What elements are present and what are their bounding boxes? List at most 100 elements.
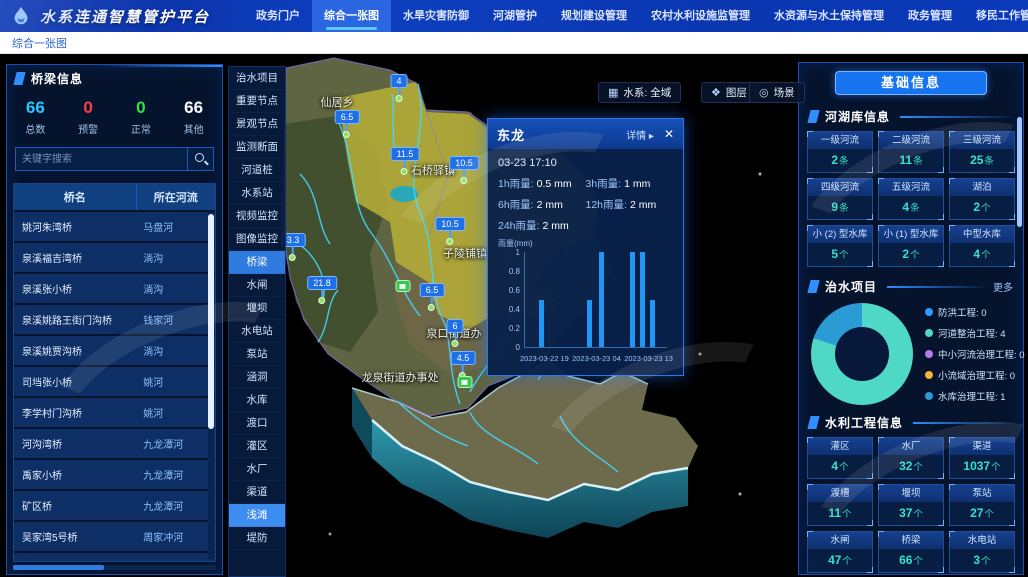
rain-field: 24h雨量:2 mm (498, 218, 586, 233)
bridge-stat: 66总数 (9, 98, 62, 136)
nav-item-5[interactable]: 规划建设管理 (549, 0, 639, 32)
stat-value: 66 (167, 98, 220, 118)
table-vertical-scrollbar[interactable] (208, 212, 214, 559)
bridge-name-cell: 司垱张小桥 (14, 367, 133, 396)
table-row[interactable]: 贾家桥周家冲河 (14, 553, 215, 562)
map-control-label: 水系: 全域 (623, 85, 671, 100)
table-row[interactable]: 姚河朱湾桥马盘河 (14, 212, 215, 241)
map-control-watersystem[interactable]: ▦水系: 全域 (598, 82, 681, 103)
rain-chart-yaxis: 10.80.60.40.20 (498, 248, 520, 352)
info-card[interactable]: 堰坝37个 (878, 484, 944, 526)
nav-item-9[interactable]: 移民工作管理 (964, 0, 1028, 32)
station-badge[interactable]: 4.5 (451, 351, 476, 365)
info-card[interactable]: 水闸47个 (807, 531, 873, 573)
layer-menu-item-水电站[interactable]: 水电站 (229, 320, 285, 343)
rain-field: 1h雨量:0.5 mm (498, 176, 586, 191)
info-card[interactable]: 渠道1037个 (949, 437, 1015, 479)
station-popup: 东龙 详情 ▸ ✕ 03-23 17:10 1h雨量:0.5 mm3h雨量:1 … (487, 118, 684, 376)
river-name-cell: 九龙潭河 (133, 429, 215, 458)
info-card[interactable]: 中型水库4个 (949, 225, 1015, 267)
y-tick: 0 (498, 343, 520, 352)
info-card[interactable]: 湖泊2个 (949, 178, 1015, 220)
info-card-label: 一级河流 (808, 132, 872, 149)
info-card[interactable]: 泵站27个 (949, 484, 1015, 526)
rain-chart-xaxis: 2023-03-22 192023-03-23 042023-03-23 13 (520, 354, 673, 363)
layer-menu-item-堤防[interactable]: 堤防 (229, 527, 285, 550)
layer-menu-item-灌区[interactable]: 灌区 (229, 435, 285, 458)
table-row[interactable]: 河沟湾桥九龙潭河 (14, 429, 215, 458)
close-icon[interactable]: ✕ (664, 127, 674, 141)
info-card[interactable]: 桥梁66个 (878, 531, 944, 573)
table-row[interactable]: 泉溪姚路王街门沟桥钱家河 (14, 305, 215, 334)
layer-menu-item-桥梁[interactable]: 桥梁 (229, 251, 285, 274)
station-badge[interactable]: 6.5 (420, 283, 445, 297)
station-badge[interactable]: 10.5 (449, 156, 479, 170)
camera-icon[interactable] (396, 280, 411, 292)
layer-menu-item-堰坝[interactable]: 堰坝 (229, 297, 285, 320)
station-badge[interactable]: 6 (446, 319, 463, 333)
river-name-cell: 姚河 (133, 398, 215, 427)
y-tick: 0.4 (498, 305, 520, 314)
station-badge[interactable]: 10.5 (435, 217, 465, 231)
layer-menu-item-治水项目[interactable]: 治水项目 (229, 67, 285, 90)
info-card[interactable]: 灌区4个 (807, 437, 873, 479)
camera-icon[interactable] (458, 376, 473, 388)
layer-menu-item-涵洞[interactable]: 涵洞 (229, 366, 285, 389)
more-link[interactable]: 更多 (993, 279, 1013, 294)
info-card[interactable]: 水电站3个 (949, 531, 1015, 573)
info-card[interactable]: 三级河流25条 (949, 131, 1015, 173)
table-row[interactable]: 李学村门沟桥姚河 (14, 398, 215, 427)
breadcrumb[interactable]: 综合一张图 (12, 35, 67, 51)
layer-menu-item-河道桩[interactable]: 河道桩 (229, 159, 285, 182)
nav-item-3[interactable]: 水旱灾害防御 (391, 0, 481, 32)
nav-item-6[interactable]: 农村水利设施监管理 (639, 0, 762, 32)
layer-menu-item-浅滩[interactable]: 浅滩 (229, 504, 285, 527)
table-row[interactable]: 矿区桥九龙潭河 (14, 491, 215, 520)
nav-item-8[interactable]: 政务管理 (896, 0, 964, 32)
layer-menu-item-图像监控[interactable]: 图像监控 (229, 228, 285, 251)
panel-scrollbar[interactable] (1017, 117, 1022, 227)
layer-menu-item-水系站[interactable]: 水系站 (229, 182, 285, 205)
info-card[interactable]: 水厂32个 (878, 437, 944, 479)
layer-menu-item-监测断面[interactable]: 监测断面 (229, 136, 285, 159)
layer-menu-item-水闸[interactable]: 水闸 (229, 274, 285, 297)
table-row[interactable]: 禹家小桥九龙潭河 (14, 460, 215, 489)
layer-menu-item-水厂[interactable]: 水厂 (229, 458, 285, 481)
layer-menu-item-泵站[interactable]: 泵站 (229, 343, 285, 366)
col-river-name: 所在河流 (137, 184, 215, 210)
station-badge[interactable]: 11.5 (391, 147, 420, 161)
nav-item-2[interactable]: 综合一张图 (312, 0, 391, 32)
nav-item-1[interactable]: 政务门户 (244, 0, 312, 32)
info-card-unit: 个 (981, 556, 991, 567)
info-card[interactable]: 一级河流2条 (807, 131, 873, 173)
table-row[interactable]: 司垱张小桥姚河 (14, 367, 215, 396)
layer-menu-item-视频监控[interactable]: 视频监控 (229, 205, 285, 228)
table-row[interactable]: 泉溪张小桥淌沟 (14, 274, 215, 303)
layer-menu-item-景观节点[interactable]: 景观节点 (229, 113, 285, 136)
layer-menu-item-重要节点[interactable]: 重要节点 (229, 90, 285, 113)
search-input[interactable] (16, 148, 187, 170)
station-badge[interactable]: 4 (390, 74, 407, 88)
table-row[interactable]: 泉溪姚贾沟桥淌沟 (14, 336, 215, 365)
basic-info-button[interactable]: 基础信息 (835, 71, 987, 95)
nav-item-4[interactable]: 河湖管护 (481, 0, 549, 32)
info-card[interactable]: 二级河流11条 (878, 131, 944, 173)
search-button[interactable] (187, 148, 213, 170)
nav-item-7[interactable]: 水资源与水土保持管理 (762, 0, 896, 32)
detail-link[interactable]: 详情 ▸ (626, 127, 654, 142)
map-control-scene[interactable]: ◎场景 (749, 82, 805, 103)
info-card[interactable]: 渡槽11个 (807, 484, 873, 526)
station-badge[interactable]: 21.8 (307, 276, 337, 290)
table-row[interactable]: 泉溪福吉湾桥淌沟 (14, 243, 215, 272)
layer-menu-item-渠道[interactable]: 渠道 (229, 481, 285, 504)
rain-field-label: 12h雨量: (586, 199, 627, 211)
info-card[interactable]: 五级河流4条 (878, 178, 944, 220)
layer-menu-item-渡口[interactable]: 渡口 (229, 412, 285, 435)
table-horizontal-scrollbar[interactable] (13, 565, 216, 570)
station-badge[interactable]: 6.5 (335, 110, 360, 124)
layer-menu-item-水库[interactable]: 水库 (229, 389, 285, 412)
info-card[interactable]: 小 (2) 型水库5个 (807, 225, 873, 267)
info-card[interactable]: 小 (1) 型水库2个 (878, 225, 944, 267)
table-row[interactable]: 吴家湾5号桥周家冲河 (14, 522, 215, 551)
info-card[interactable]: 四级河流9条 (807, 178, 873, 220)
